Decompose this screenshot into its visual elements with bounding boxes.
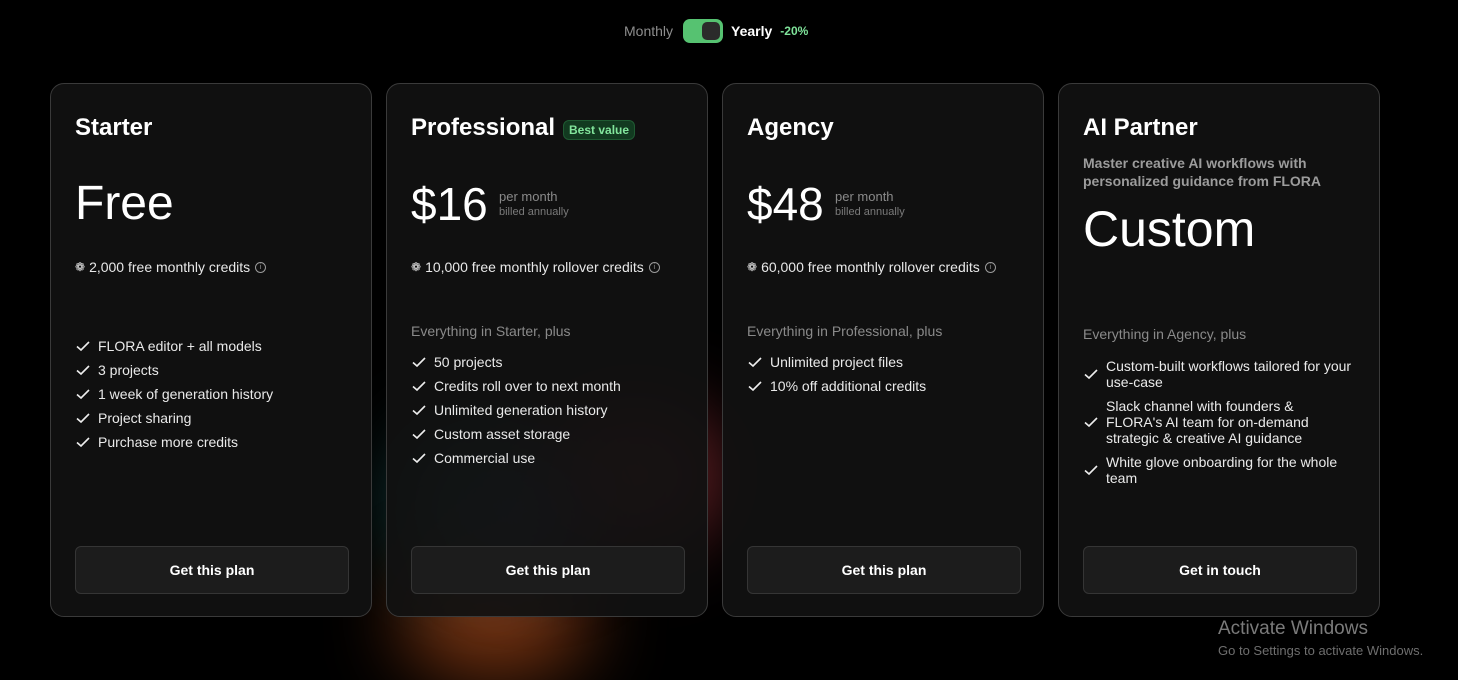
best-value-badge: Best value — [563, 120, 636, 140]
plan-credits: ❁ 10,000 free monthly rollover credits i — [411, 259, 660, 275]
check-icon — [1084, 369, 1098, 380]
feature-text: 3 projects — [98, 362, 159, 378]
windows-activation-watermark: Activate Windows Go to Settings to activ… — [1218, 618, 1423, 658]
feature-item: 1 week of generation history — [75, 382, 273, 406]
feature-text: Unlimited project files — [770, 354, 904, 370]
credits-text: 2,000 free monthly credits — [89, 259, 251, 275]
check-icon — [412, 381, 426, 392]
plan-credits: ❁ 2,000 free monthly credits i — [75, 259, 267, 275]
price-period: per month — [835, 189, 894, 204]
feature-item: Slack channel with founders & FLORA's AI… — [1083, 398, 1353, 446]
feature-text: 50 projects — [434, 354, 503, 370]
feature-item: Custom asset storage — [411, 422, 621, 446]
feature-item: 10% off additional credits — [747, 374, 926, 398]
feature-item: Custom-built workflows tailored for your… — [1083, 358, 1353, 390]
plan-price: Free — [75, 177, 174, 230]
plan-card-agency: Agency $48 per month billed annually ❁ 6… — [722, 83, 1044, 617]
check-icon — [76, 413, 90, 424]
check-icon — [76, 341, 90, 352]
yearly-discount-badge: -20% — [780, 24, 809, 38]
feature-item: FLORA editor + all models — [75, 334, 273, 358]
feature-text: Unlimited generation history — [434, 402, 608, 418]
plan-intro: Everything in Professional, plus — [747, 323, 943, 339]
flower-credit-icon: ❁ — [411, 260, 422, 274]
monthly-label[interactable]: Monthly — [624, 23, 673, 39]
info-icon[interactable]: i — [648, 261, 660, 273]
plan-card-starter: Starter Free ❁ 2,000 free monthly credit… — [50, 83, 372, 617]
feature-item: Commercial use — [411, 446, 621, 470]
plan-title: Agency — [747, 114, 834, 141]
feature-text: Purchase more credits — [98, 434, 239, 450]
plan-price: $48 — [747, 178, 824, 230]
billing-note: billed annually — [499, 206, 569, 218]
feature-item: Credits roll over to next month — [411, 374, 621, 398]
check-icon — [412, 429, 426, 440]
flower-credit-icon: ❁ — [747, 260, 758, 274]
flower-credit-icon: ❁ — [75, 260, 86, 274]
feature-item: Unlimited generation history — [411, 398, 621, 422]
check-icon — [76, 389, 90, 400]
check-icon — [76, 437, 90, 448]
check-icon — [412, 357, 426, 368]
check-icon — [412, 405, 426, 416]
feature-item: Purchase more credits — [75, 430, 273, 454]
feature-item: White glove onboarding for the whole tea… — [1083, 454, 1353, 486]
plan-credits: ❁ 60,000 free monthly rollover credits i — [747, 259, 996, 275]
feature-item: Project sharing — [75, 406, 273, 430]
plan-price: $16 — [411, 178, 488, 230]
feature-text: 10% off additional credits — [770, 378, 927, 394]
check-icon — [1084, 465, 1098, 476]
switch-knob — [702, 22, 721, 40]
plan-description: Master creative AI workflows with person… — [1083, 155, 1322, 189]
feature-text: White glove onboarding for the whole tea… — [1106, 454, 1338, 486]
plan-title: Professional — [411, 114, 556, 141]
feature-item: Unlimited project files — [747, 350, 926, 374]
check-icon — [748, 381, 762, 392]
info-icon[interactable]: i — [984, 261, 996, 273]
get-plan-button[interactable]: Get this plan — [75, 546, 349, 594]
get-plan-button[interactable]: Get this plan — [411, 546, 685, 594]
plan-intro: Everything in Agency, plus — [1083, 326, 1247, 342]
feature-text: Custom-built workflows tailored for your… — [1106, 358, 1352, 390]
billing-note: billed annually — [835, 206, 905, 218]
plan-card-ai-partner: AI Partner Master creative AI workflows … — [1058, 83, 1380, 617]
billing-toggle-bar: Monthly Yearly -20% — [624, 19, 808, 43]
check-icon — [76, 365, 90, 376]
feature-text: Project sharing — [98, 410, 192, 426]
plan-title: AI Partner — [1083, 114, 1198, 141]
plan-intro: Everything in Starter, plus — [411, 323, 571, 339]
yearly-label[interactable]: Yearly — [731, 23, 772, 39]
price-period: per month — [499, 189, 558, 204]
feature-item: 50 projects — [411, 350, 621, 374]
feature-text: 1 week of generation history — [98, 386, 274, 402]
plan-price: Custom — [1083, 201, 1256, 257]
plan-card-professional: Professional Best value $16 per month bi… — [386, 83, 708, 617]
feature-list: 50 projects Credits roll over to next mo… — [411, 350, 621, 470]
feature-item: 3 projects — [75, 358, 273, 382]
feature-text: FLORA editor + all models — [98, 338, 262, 354]
watermark-title: Activate Windows — [1218, 618, 1368, 639]
feature-text: Credits roll over to next month — [434, 378, 621, 394]
feature-list: Unlimited project files 10% off addition… — [747, 350, 926, 398]
check-icon — [748, 357, 762, 368]
feature-text: Custom asset storage — [434, 426, 571, 442]
info-icon[interactable]: i — [255, 261, 267, 273]
feature-list: FLORA editor + all models 3 projects 1 w… — [75, 334, 273, 454]
feature-text: Commercial use — [434, 450, 536, 466]
get-in-touch-button[interactable]: Get in touch — [1083, 546, 1357, 594]
check-icon — [412, 453, 426, 464]
feature-list: Custom-built workflows tailored for your… — [1083, 358, 1353, 494]
billing-period-switch[interactable] — [683, 19, 724, 43]
watermark-subtitle: Go to Settings to activate Windows. — [1218, 643, 1424, 658]
credits-text: 60,000 free monthly rollover credits — [761, 259, 980, 275]
check-icon — [1084, 417, 1098, 428]
feature-text: Slack channel with founders & FLORA's AI… — [1106, 398, 1309, 446]
credits-text: 10,000 free monthly rollover credits — [425, 259, 644, 275]
get-plan-button[interactable]: Get this plan — [747, 546, 1021, 594]
plan-title: Starter — [75, 114, 153, 141]
